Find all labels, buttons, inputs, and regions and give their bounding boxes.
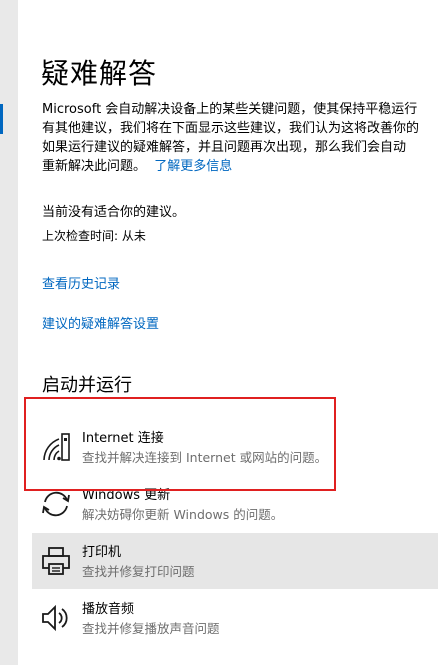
windows-update-icon: [40, 488, 72, 520]
wifi-icon: [40, 431, 72, 463]
troubleshooter-description: 查找并修复打印问题: [82, 564, 195, 579]
troubleshooter-title: Internet 连接: [82, 431, 164, 446]
description-last-line: 重新解决此问题。 了解更多信息: [42, 157, 419, 176]
troubleshooter-description: 查找并解决连接到 Internet 或网站的问题。: [82, 450, 328, 465]
last-check-time: 上次检查时间: 从未: [42, 229, 146, 243]
troubleshooter-description: 查找并修复播放声音问题: [82, 621, 220, 636]
page-title: 疑难解答: [41, 57, 158, 90]
troubleshooter-title: Windows 更新: [82, 488, 171, 503]
section-title-get-up-and-running: 启动并运行: [42, 375, 132, 396]
description-line: Microsoft 会自动解决设备上的某些关键问题，使其保持平稳运行: [42, 102, 418, 117]
learn-more-link[interactable]: 了解更多信息: [154, 159, 232, 174]
view-history-link[interactable]: 查看历史记录: [42, 273, 120, 292]
navigation-pane-edge: [0, 0, 18, 665]
description-line: 有其他建议，我们将在下面显示这些建议，我们认为这将改善你的: [42, 121, 420, 136]
troubleshooter-printer[interactable]: 打印机 查找并修复打印问题: [32, 533, 438, 589]
recommendation-status: 当前没有适合你的建议。: [42, 205, 186, 220]
troubleshooter-description: 解决妨碍你更新 Windows 的问题。: [82, 507, 284, 522]
troubleshooter-internet-connections[interactable]: Internet 连接 查找并解决连接到 Internet 或网站的问题。: [32, 419, 438, 475]
troubleshoot-page: 疑难解答 Microsoft 会自动解决设备上的某些关键问题，使其保持平稳运行 …: [18, 0, 438, 665]
page-description: Microsoft 会自动解决设备上的某些关键问题，使其保持平稳运行 有其他建议…: [42, 100, 419, 176]
speaker-icon: [40, 602, 72, 634]
nav-selection-indicator: [0, 104, 3, 134]
printer-icon: [40, 545, 72, 577]
troubleshooter-playing-audio[interactable]: 播放音频 查找并修复播放声音问题: [32, 590, 438, 646]
troubleshooter-windows-update[interactable]: Windows 更新 解决妨碍你更新 Windows 的问题。: [32, 476, 438, 532]
recommended-troubleshooter-settings-link[interactable]: 建议的疑难解答设置: [42, 313, 159, 332]
troubleshooter-title: 播放音频: [82, 602, 135, 617]
description-line: 重新解决此问题。: [42, 159, 147, 174]
description-line: 如果运行建议的疑难解答，并且问题再次出现，那么我们会自动: [42, 140, 407, 155]
troubleshooter-title: 打印机: [82, 545, 122, 560]
